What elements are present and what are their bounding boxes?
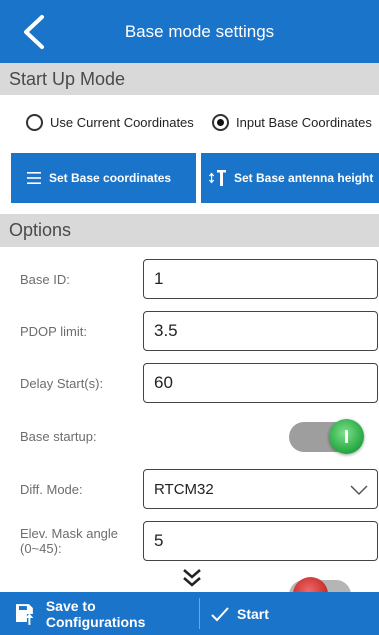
delay-start-label: Delay Start(s): bbox=[20, 376, 104, 391]
bottom-action-bar: Save to Configurations Start bbox=[0, 592, 379, 635]
radio-label-input: Input Base Coordinates bbox=[236, 115, 372, 130]
section-header-startup: Start Up Mode bbox=[0, 63, 379, 95]
set-base-coordinates-button[interactable]: Set Base coordinates bbox=[11, 153, 196, 203]
antenna-height-icon bbox=[209, 170, 226, 186]
diff-mode-value: RTCM32 bbox=[154, 480, 214, 498]
pdop-limit-label: PDOP limit: bbox=[20, 324, 87, 339]
page-title: Base mode settings bbox=[124, 22, 275, 41]
start-label: Start bbox=[237, 605, 269, 622]
save-configurations-button[interactable]: Save to Configurations bbox=[0, 592, 198, 635]
radio-label-current: Use Current Coordinates bbox=[50, 115, 194, 130]
radio-input-base-coordinates[interactable]: Input Base Coordinates bbox=[212, 114, 372, 131]
set-base-coordinates-label: Set Base coordinates bbox=[49, 171, 172, 185]
startup-mode-radio-group: Use Current Coordinates Input Base Coord… bbox=[0, 108, 379, 140]
title-bar: Base mode settings bbox=[0, 0, 379, 63]
diff-mode-select[interactable]: RTCM32 bbox=[143, 469, 378, 509]
toggle-knob bbox=[329, 419, 364, 454]
elev-mask-input[interactable]: 5 bbox=[143, 521, 378, 561]
chevron-down-icon bbox=[350, 485, 368, 496]
set-antenna-height-button[interactable]: Set Base antenna height bbox=[201, 153, 379, 203]
radio-use-current-coordinates[interactable]: Use Current Coordinates bbox=[26, 114, 194, 131]
radio-checked-icon bbox=[212, 114, 229, 131]
elev-mask-label-line2: (0~45): bbox=[20, 541, 62, 556]
checkmark-icon bbox=[211, 606, 229, 621]
diff-mode-label: Diff. Mode: bbox=[20, 482, 83, 497]
pdop-limit-input[interactable]: 3.5 bbox=[143, 311, 378, 351]
save-configurations-label: Save to Configurations bbox=[45, 597, 146, 630]
elev-mask-label-line1: Elev. Mask angle bbox=[20, 526, 119, 541]
start-button[interactable]: Start bbox=[200, 592, 379, 635]
base-id-input[interactable]: 1 bbox=[143, 259, 378, 299]
radio-unchecked-icon bbox=[26, 114, 43, 131]
base-startup-label: Base startup: bbox=[20, 429, 97, 444]
base-startup-toggle[interactable] bbox=[289, 418, 365, 456]
next-toggle-partial[interactable] bbox=[289, 576, 365, 592]
delay-start-input[interactable]: 60 bbox=[143, 363, 378, 403]
scroll-more-chevron-icon[interactable] bbox=[181, 568, 203, 588]
base-id-label: Base ID: bbox=[20, 272, 70, 287]
save-upload-icon bbox=[15, 603, 34, 625]
set-antenna-height-label: Set Base antenna height bbox=[234, 171, 374, 185]
section-header-options: Options bbox=[0, 214, 379, 247]
menu-lines-icon bbox=[27, 172, 41, 184]
elev-mask-label: Elev. Mask angle (0~45): bbox=[20, 526, 118, 556]
